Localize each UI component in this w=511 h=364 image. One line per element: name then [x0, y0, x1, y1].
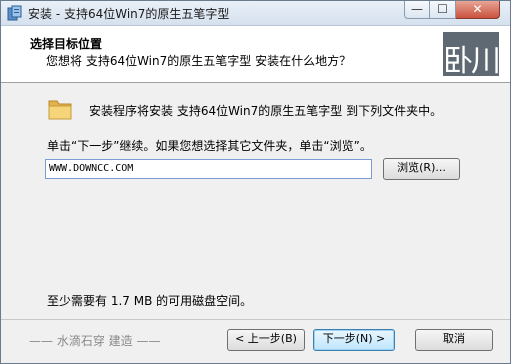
branding-text: —— 水滴石穿 建造 ——	[29, 334, 161, 348]
installer-icon	[7, 5, 22, 21]
maximize-button[interactable]: ☐	[430, 1, 456, 19]
footer-divider	[1, 319, 510, 320]
cancel-button[interactable]: 取消	[415, 329, 493, 351]
installer-window: 安装 - 支持64位Win7的原生五笔字型 — ☐ ✕ 选择目标位置 您想将 支…	[0, 0, 511, 364]
back-button[interactable]: < 上一步(B)	[227, 329, 305, 351]
page-title: 选择目标位置	[30, 37, 103, 51]
install-path-input[interactable]: WWW.DOWNCC.COM	[45, 159, 372, 179]
window-title: 安装 - 支持64位Win7的原生五笔字型	[28, 7, 230, 21]
disk-space-text: 至少需要有 1.7 MB 的可用磁盘空间。	[47, 294, 253, 308]
browse-button[interactable]: 浏览(R)...	[383, 158, 460, 180]
next-button[interactable]: 下一步(N) >	[313, 329, 395, 351]
title-bar[interactable]: 安装 - 支持64位Win7的原生五笔字型 — ☐ ✕	[1, 1, 510, 26]
install-destination-text: 安装程序将安装 支持64位Win7的原生五笔字型 到下列文件夹中。	[89, 104, 443, 118]
instruction-text: 单击“下一步”继续。如果您想选择其它文件夹，单击“浏览”。	[47, 139, 372, 153]
minimize-button[interactable]: —	[404, 1, 430, 19]
wizard-logo: 卧川	[443, 32, 501, 79]
wizard-header: 选择目标位置 您想将 支持64位Win7的原生五笔字型 安装在什么地方？ 卧川	[1, 26, 510, 83]
folder-icon	[48, 100, 72, 120]
close-button[interactable]: ✕	[456, 1, 500, 19]
logo-text: 卧川	[443, 44, 501, 79]
page-subtitle: 您想将 支持64位Win7的原生五笔字型 安装在什么地方？	[46, 54, 352, 68]
